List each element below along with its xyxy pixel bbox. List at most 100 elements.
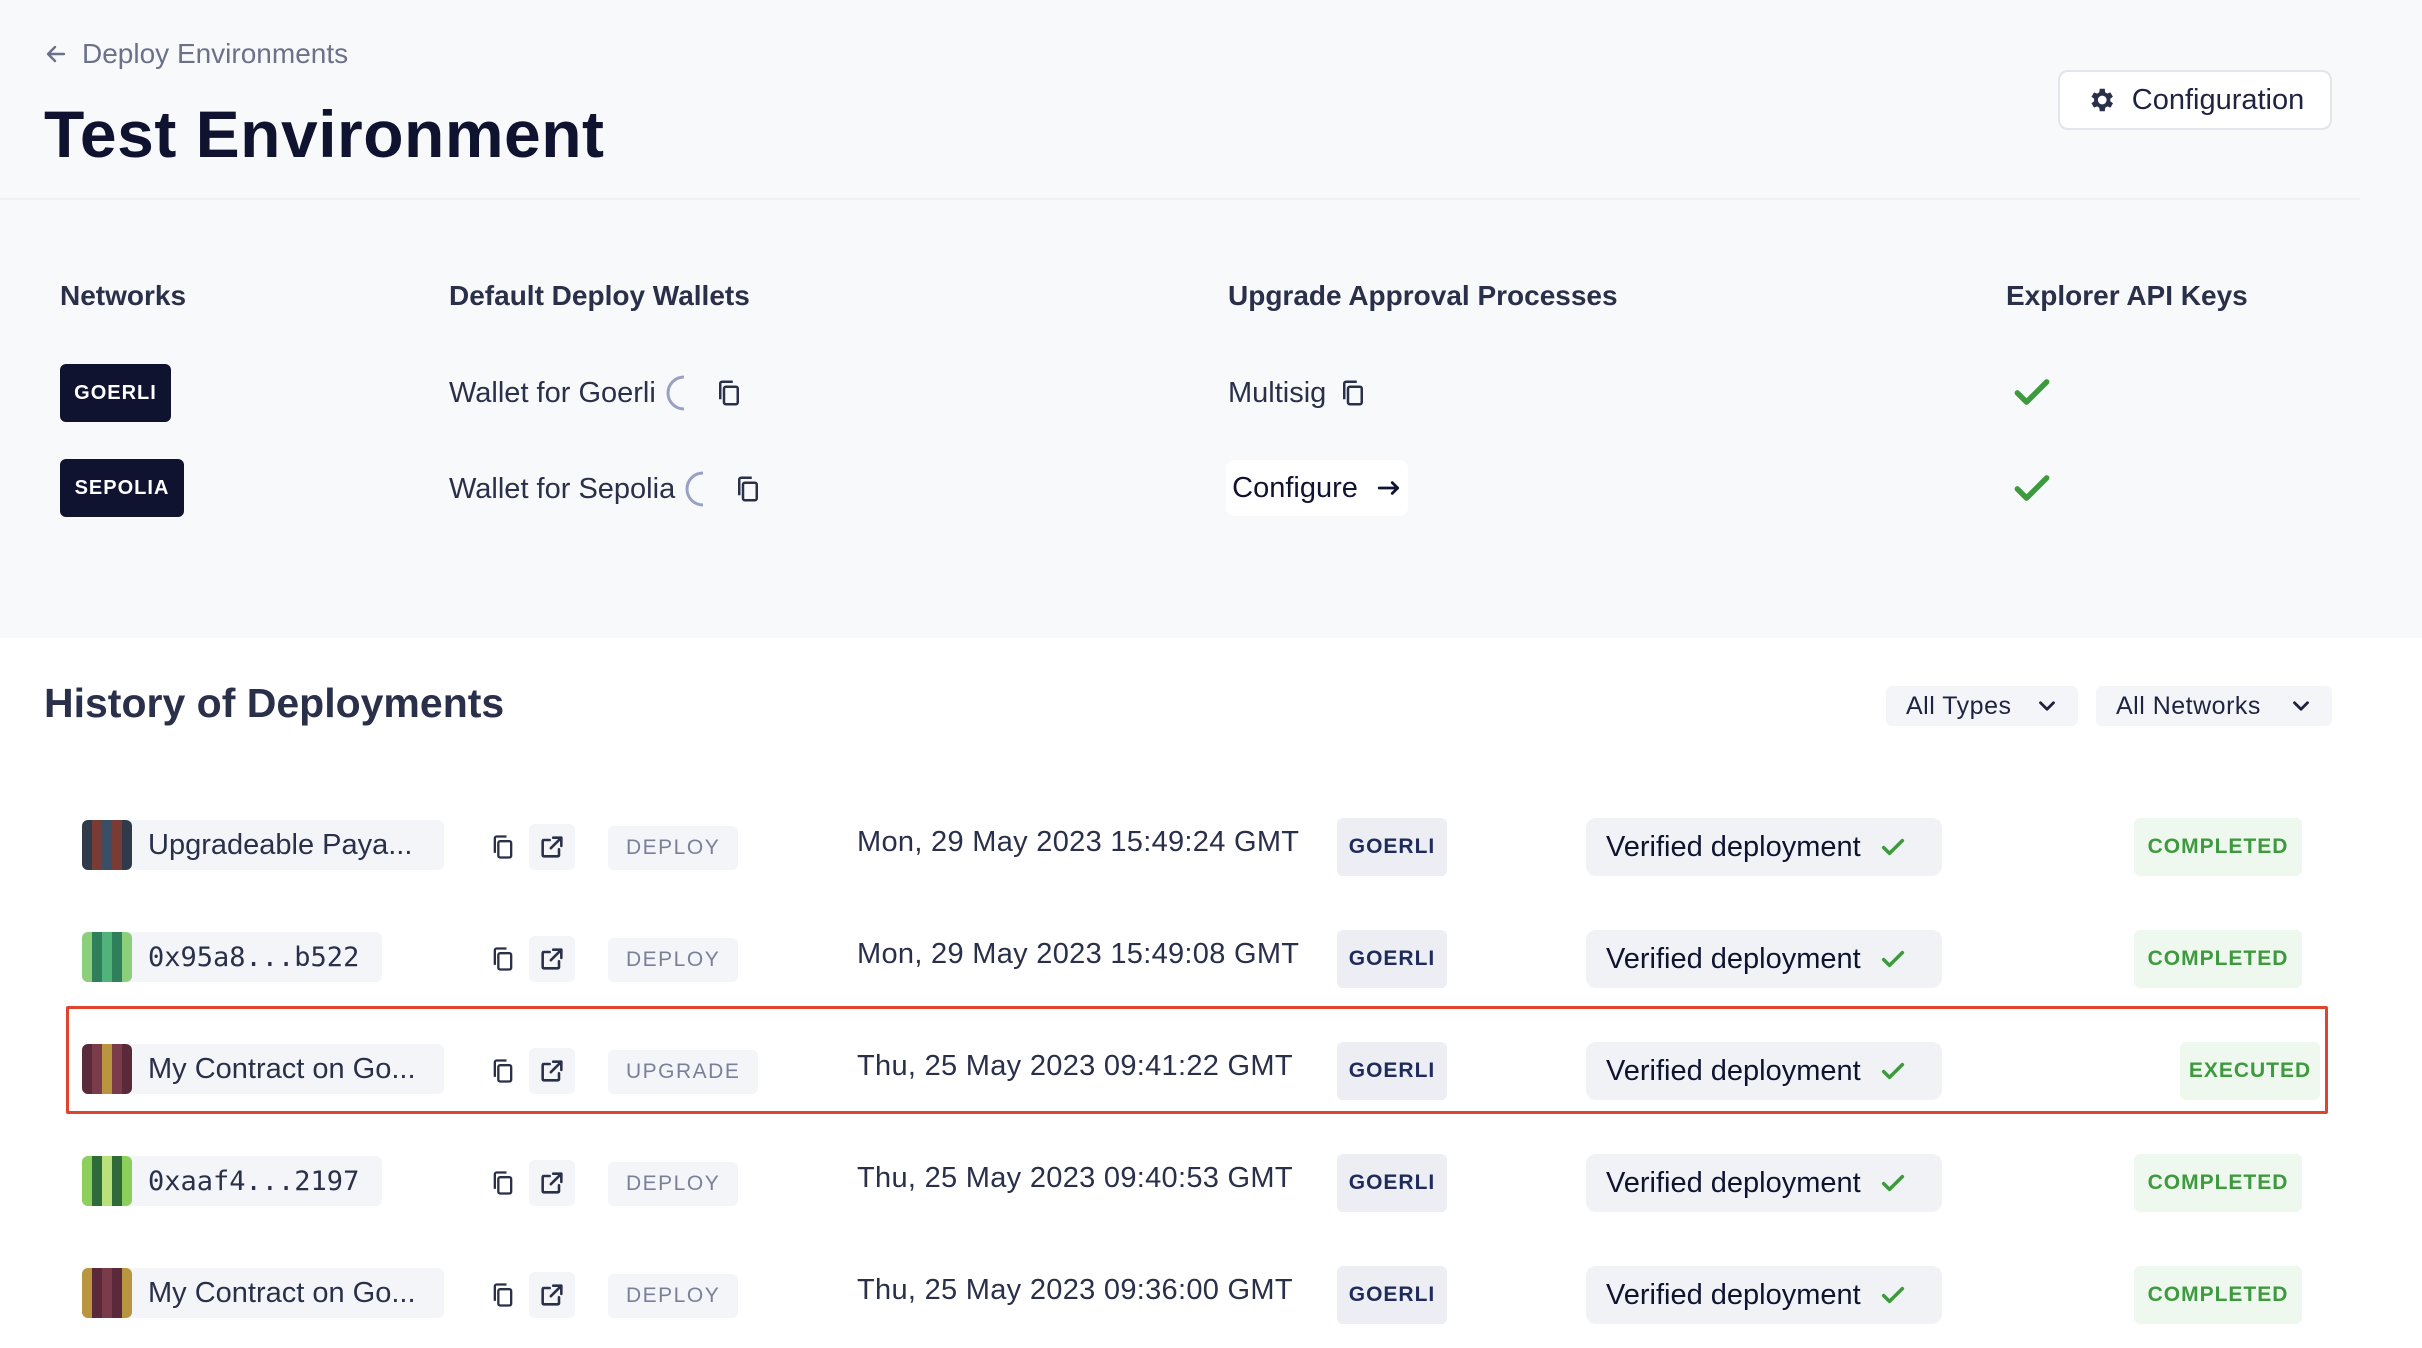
- external-link-icon: [541, 1284, 563, 1306]
- copy-address-button[interactable]: [480, 824, 526, 870]
- wallet-sepolia: Wallet for Sepolia: [449, 469, 763, 509]
- loading-spinner-icon: [685, 471, 704, 507]
- copy-icon: [738, 476, 759, 502]
- contract-name: Upgradeable Paya...: [148, 828, 413, 861]
- wallet-goerli: Wallet for Goerli: [449, 373, 744, 413]
- deployment-type-badge: DEPLOY: [608, 826, 739, 870]
- verification-status: Verified deployment: [1586, 930, 1942, 988]
- approval-name: Multisig: [1228, 376, 1327, 409]
- copy-address-button[interactable]: [480, 1048, 526, 1094]
- deployment-row[interactable]: My Contract on Go... UPGRADE Thu, 25 May…: [0, 1006, 2422, 1114]
- history-title: History of Deployments: [44, 680, 505, 726]
- contract-chip[interactable]: My Contract on Go...: [82, 1268, 444, 1318]
- check-icon: [1881, 1174, 1904, 1192]
- contract-avatar: [82, 1156, 132, 1206]
- check-icon: [1881, 950, 1904, 968]
- deployment-date: Thu, 25 May 2023 09:40:53 GMT: [857, 1162, 1293, 1194]
- copy-icon: [493, 1283, 513, 1307]
- copy-wallet-button[interactable]: [714, 378, 744, 408]
- check-icon: [1881, 838, 1904, 856]
- external-link-icon: [541, 836, 563, 858]
- contract-chip[interactable]: 0x95a8...b522: [82, 932, 382, 982]
- deployment-date: Thu, 25 May 2023 09:41:22 GMT: [857, 1050, 1293, 1082]
- contract-avatar: [82, 932, 132, 982]
- contract-name: My Contract on Go...: [148, 1276, 416, 1309]
- chevron-down-icon: [2293, 701, 2309, 711]
- copy-wallet-button[interactable]: [733, 474, 763, 504]
- type-filter-value: All Types: [1906, 691, 2012, 720]
- status-badge: COMPLETED: [2134, 1266, 2302, 1324]
- verification-status: Verified deployment: [1586, 818, 1942, 876]
- copy-icon: [718, 380, 739, 406]
- check-icon: [1881, 1286, 1904, 1304]
- copy-icon: [493, 947, 513, 971]
- network-chip: GOERLI: [1337, 1154, 1447, 1212]
- verification-status: Verified deployment: [1586, 1266, 1942, 1324]
- copy-icon: [493, 1171, 513, 1195]
- copy-icon: [493, 835, 513, 859]
- check-icon: [1881, 1062, 1904, 1080]
- copy-address-button[interactable]: [480, 1160, 526, 1206]
- copy-address-button[interactable]: [480, 936, 526, 982]
- deployment-type-badge: DEPLOY: [608, 1162, 739, 1206]
- verification-label: Verified deployment: [1606, 1166, 1861, 1199]
- breadcrumb-label: Deploy Environments: [82, 38, 349, 69]
- copy-approval-button[interactable]: [1338, 378, 1368, 408]
- status-badge: EXECUTED: [2180, 1042, 2320, 1100]
- verification-label: Verified deployment: [1606, 830, 1861, 863]
- verification-label: Verified deployment: [1606, 942, 1861, 975]
- identicon-icon: [82, 1044, 132, 1094]
- verification-status: Verified deployment: [1586, 1154, 1942, 1212]
- wallet-name: Wallet for Goerli: [449, 376, 656, 409]
- network-chip: GOERLI: [1337, 930, 1447, 988]
- divider: [0, 198, 2360, 200]
- verification-status: Verified deployment: [1586, 1042, 1942, 1100]
- open-external-button[interactable]: [529, 824, 575, 870]
- deployment-row[interactable]: Upgradeable Paya... DEPLOY Mon, 29 May 2…: [0, 806, 2422, 886]
- configuration-button[interactable]: Configuration: [2058, 70, 2332, 130]
- copy-address-button[interactable]: [480, 1272, 526, 1318]
- configuration-label: Configuration: [2131, 83, 2305, 116]
- identicon-icon: [82, 932, 132, 982]
- gear-icon: [2091, 88, 2113, 112]
- network-badge-goerli: GOERLI: [60, 364, 171, 422]
- network-filter-select[interactable]: All Networks: [2096, 686, 2332, 726]
- approval-goerli: Multisig: [1228, 373, 1368, 413]
- configure-approval-button[interactable]: Configure: [1226, 460, 1408, 516]
- copy-icon: [493, 1059, 513, 1083]
- identicon-icon: [82, 1268, 132, 1318]
- network-chip: GOERLI: [1337, 818, 1447, 876]
- loading-spinner-icon: [666, 375, 684, 411]
- configure-label: Configure: [1232, 471, 1358, 504]
- deployment-date: Thu, 25 May 2023 09:36:00 GMT: [857, 1274, 1293, 1306]
- deployment-row[interactable]: 0x95a8...b522 DEPLOY Mon, 29 May 2023 15…: [0, 918, 2422, 998]
- breadcrumb[interactable]: Deploy Environments: [44, 36, 348, 72]
- verification-label: Verified deployment: [1606, 1054, 1861, 1087]
- type-filter-select[interactable]: All Types: [1886, 686, 2078, 726]
- identicon-icon: [82, 1156, 132, 1206]
- contract-name: My Contract on Go...: [148, 1052, 416, 1085]
- column-header-approvals: Upgrade Approval Processes: [1228, 280, 1618, 311]
- open-external-button[interactable]: [529, 1048, 575, 1094]
- network-filter-value: All Networks: [2116, 691, 2261, 720]
- network-chip: GOERLI: [1337, 1042, 1447, 1100]
- wallet-name: Wallet for Sepolia: [449, 472, 676, 505]
- arrow-left-icon: [46, 45, 66, 63]
- contract-name: 0xaaf4...2197: [148, 1165, 360, 1197]
- deployment-date: Mon, 29 May 2023 15:49:24 GMT: [857, 826, 1300, 858]
- open-external-button[interactable]: [529, 936, 575, 982]
- deployment-type-badge: DEPLOY: [608, 938, 739, 982]
- contract-chip[interactable]: 0xaaf4...2197: [82, 1156, 382, 1206]
- external-link-icon: [541, 1060, 563, 1082]
- check-icon: [2014, 379, 2050, 405]
- network-chip: GOERLI: [1337, 1266, 1447, 1324]
- contract-chip[interactable]: Upgradeable Paya...: [82, 820, 444, 870]
- contract-avatar: [82, 1268, 132, 1318]
- contract-chip[interactable]: My Contract on Go...: [82, 1044, 444, 1094]
- open-external-button[interactable]: [529, 1272, 575, 1318]
- deployment-row[interactable]: 0xaaf4...2197 DEPLOY Thu, 25 May 2023 09…: [0, 1142, 2422, 1222]
- contract-name: 0x95a8...b522: [148, 941, 360, 973]
- chevron-down-icon: [2039, 701, 2055, 711]
- open-external-button[interactable]: [529, 1160, 575, 1206]
- deployment-row[interactable]: My Contract on Go... DEPLOY Thu, 25 May …: [0, 1254, 2422, 1334]
